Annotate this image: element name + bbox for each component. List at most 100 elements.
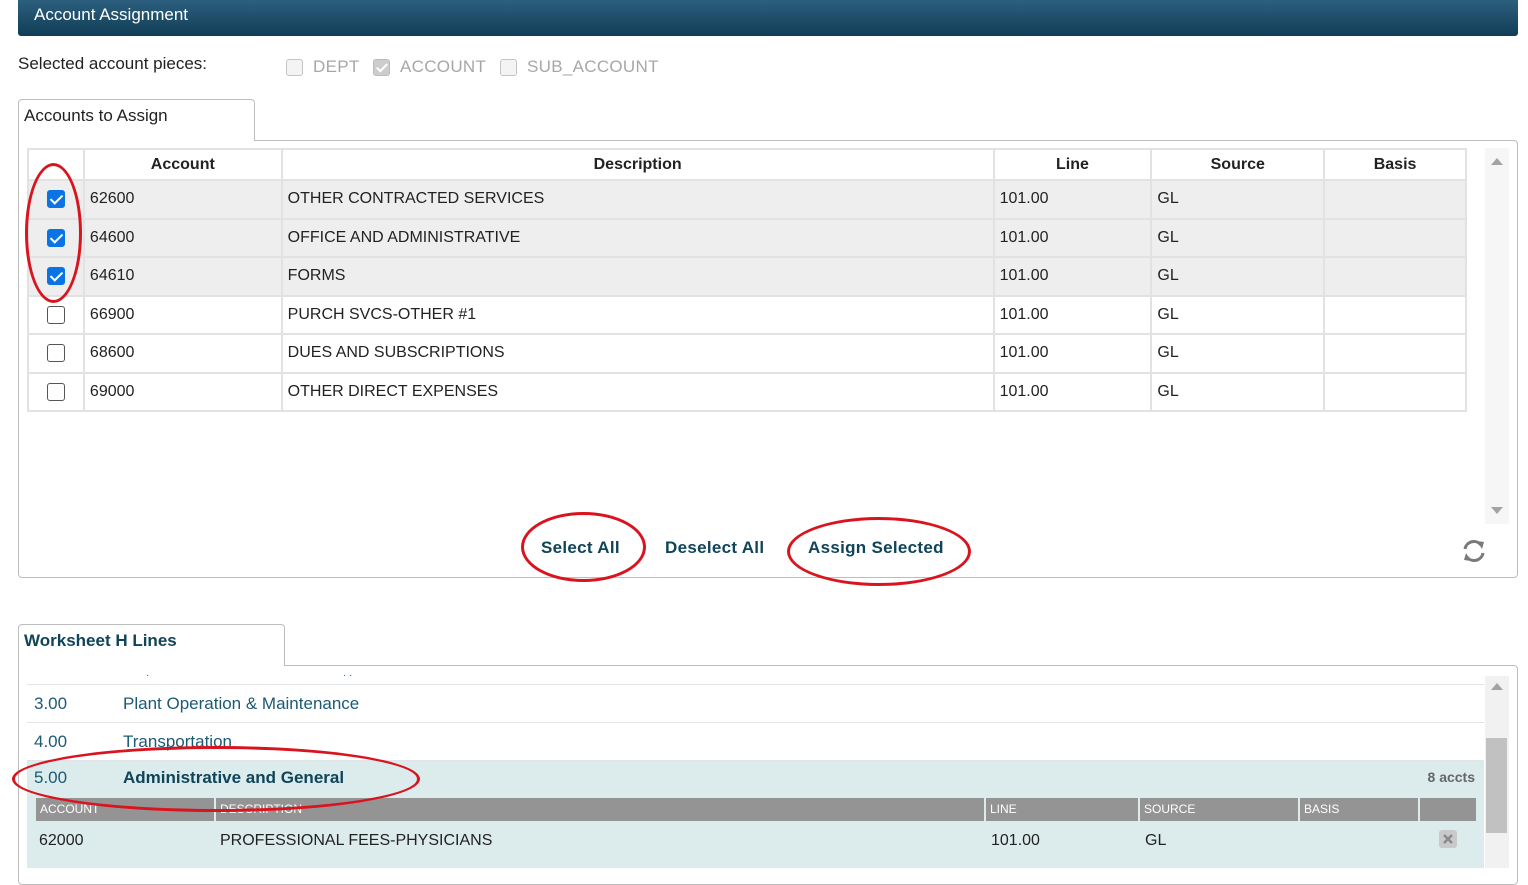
source-cell: GL (1150, 371, 1326, 412)
column-header-line[interactable]: Line (992, 148, 1153, 181)
basis-cell (1323, 217, 1467, 258)
line-number: 5.00 (34, 768, 68, 787)
table-row[interactable]: 69000 OTHER DIRECT EXPENSES 101.00 GL (27, 371, 1467, 412)
description-cell: OTHER DIRECT EXPENSES (280, 371, 995, 412)
row-checkbox[interactable] (46, 267, 65, 286)
tab-worksheet-h-lines[interactable]: Worksheet H Lines (18, 624, 285, 666)
line-number: 3.00 (34, 694, 68, 713)
source-cell: GL (1150, 333, 1326, 374)
tab-worksheet-h-lines-label: Worksheet H Lines (24, 631, 177, 650)
account-cell: 62000 (39, 832, 84, 849)
list-item[interactable]: 4.00 Transportation (27, 723, 1484, 761)
list-item[interactable]: 3.00 Plant Operation & Maintenance (27, 685, 1484, 723)
line-cell: 101.00 (992, 256, 1153, 297)
sub-header-description: DESCRIPTION (216, 798, 986, 821)
row-checkbox[interactable] (46, 190, 65, 209)
basis-cell (1323, 256, 1467, 297)
row-checkbox[interactable] (46, 305, 65, 324)
description-cell: PURCH SVCS-OTHER #1 (280, 294, 995, 335)
basis-cell (1323, 294, 1467, 335)
table-row[interactable]: 64600 OFFICE AND ADMINISTRATIVE 101.00 G… (27, 217, 1467, 258)
description-cell: PROFESSIONAL FEES-PHYSICIANS (220, 832, 493, 849)
line-cell: 101.00 (992, 371, 1153, 412)
line-cell: 101.00 (992, 333, 1153, 374)
row-checkbox[interactable] (46, 382, 65, 401)
piece-account-label: ACCOUNT (400, 57, 487, 76)
source-cell: GL (1145, 832, 1167, 849)
description-cell: DUES AND SUBSCRIPTIONS (280, 333, 995, 374)
list-item-active[interactable]: 5.00 Administrative and General 8 accts … (27, 761, 1484, 868)
source-cell: GL (1150, 256, 1326, 297)
column-header-description[interactable]: Description (280, 148, 995, 181)
refresh-icon[interactable] (1460, 537, 1488, 570)
scroll-down-arrow-icon[interactable] (1491, 507, 1503, 514)
partial-row-fragment: · (146, 670, 150, 681)
row-checkbox[interactable] (46, 344, 65, 363)
scroll-up-arrow-icon[interactable] (1491, 683, 1503, 690)
description-cell: OFFICE AND ADMINISTRATIVE (280, 217, 995, 258)
basis-cell (1323, 179, 1467, 220)
accounts-scrollbar[interactable] (1485, 148, 1509, 524)
remove-icon[interactable] (1438, 829, 1458, 854)
accounts-table-header: Account Description Line Source Basis (27, 148, 1467, 181)
line-cell: 101.00 (992, 179, 1153, 220)
basis-cell (1323, 371, 1467, 412)
sub-header-actions (1420, 798, 1476, 821)
sub-header-source: SOURCE (1140, 798, 1300, 821)
table-row[interactable]: 62600 OTHER CONTRACTED SERVICES 101.00 G… (27, 179, 1467, 220)
account-cell: 69000 (82, 371, 283, 412)
line-name: Plant Operation & Maintenance (123, 694, 360, 713)
account-count-badge: 8 accts (1427, 769, 1475, 785)
sub-header-account: ACCOUNT (36, 798, 216, 821)
deselect-all-link[interactable]: Deselect All (665, 538, 764, 558)
account-cell: 62600 (82, 179, 283, 220)
piece-account: ACCOUNT (373, 57, 486, 77)
account-cell: 68600 (82, 333, 283, 374)
piece-dept-label: DEPT (313, 57, 360, 76)
page-header: Account Assignment (18, 0, 1518, 36)
account-cell: 64600 (82, 217, 283, 258)
piece-dept: DEPT (286, 57, 360, 77)
line-name: Transportation (123, 732, 232, 751)
column-header-account[interactable]: Account (82, 148, 283, 181)
piece-sub-account-label: SUB_ACCOUNT (527, 57, 659, 76)
source-cell: GL (1150, 294, 1326, 335)
account-cell: 64610 (82, 256, 283, 297)
account-pieces-label: Selected account pieces: (18, 54, 208, 73)
table-row[interactable]: 66900 PURCH SVCS-OTHER #1 101.00 GL (27, 294, 1467, 335)
row-checkbox[interactable] (46, 228, 65, 247)
tab-accounts-to-assign[interactable]: Accounts to Assign (18, 99, 255, 141)
table-row[interactable]: 68600 DUES AND SUBSCRIPTIONS 101.00 GL (27, 333, 1467, 374)
tab-accounts-to-assign-label: Accounts to Assign (24, 106, 168, 125)
scroll-up-arrow-icon[interactable] (1491, 158, 1503, 165)
description-cell: FORMS (280, 256, 995, 297)
accounts-table: Account Description Line Source Basis 62… (27, 148, 1467, 412)
select-column-header (27, 148, 85, 181)
line-cell: 101.00 (992, 217, 1153, 258)
basis-cell (1323, 333, 1467, 374)
piece-account-checkbox (373, 58, 390, 76)
description-cell: OTHER CONTRACTED SERVICES (280, 179, 995, 220)
sub-header-line: LINE (986, 798, 1140, 821)
column-header-basis[interactable]: Basis (1323, 148, 1467, 181)
partial-row-fragment: · · (343, 670, 353, 681)
line-number: 4.00 (34, 732, 68, 751)
assign-selected-link[interactable]: Assign Selected (808, 538, 944, 558)
source-cell: GL (1150, 217, 1326, 258)
select-all-link[interactable]: Select All (541, 538, 620, 558)
piece-dept-checkbox (286, 58, 303, 76)
worksheet-scrollbar[interactable] (1485, 676, 1509, 868)
line-cell: 101.00 (992, 294, 1153, 335)
table-row[interactable]: 64610 FORMS 101.00 GL (27, 256, 1467, 297)
page-title: Account Assignment (34, 5, 189, 24)
column-header-source[interactable]: Source (1150, 148, 1326, 181)
line-cell: 101.00 (991, 832, 1040, 849)
scrollbar-thumb[interactable] (1486, 738, 1507, 833)
assigned-accounts-header: ACCOUNT DESCRIPTION LINE SOURCE BASIS (36, 798, 1476, 821)
source-cell: GL (1150, 179, 1326, 220)
sub-header-basis: BASIS (1300, 798, 1420, 821)
piece-sub-account-checkbox (500, 58, 517, 76)
account-cell: 66900 (82, 294, 283, 335)
piece-sub-account: SUB_ACCOUNT (500, 57, 659, 77)
line-name: Administrative and General (123, 768, 345, 787)
